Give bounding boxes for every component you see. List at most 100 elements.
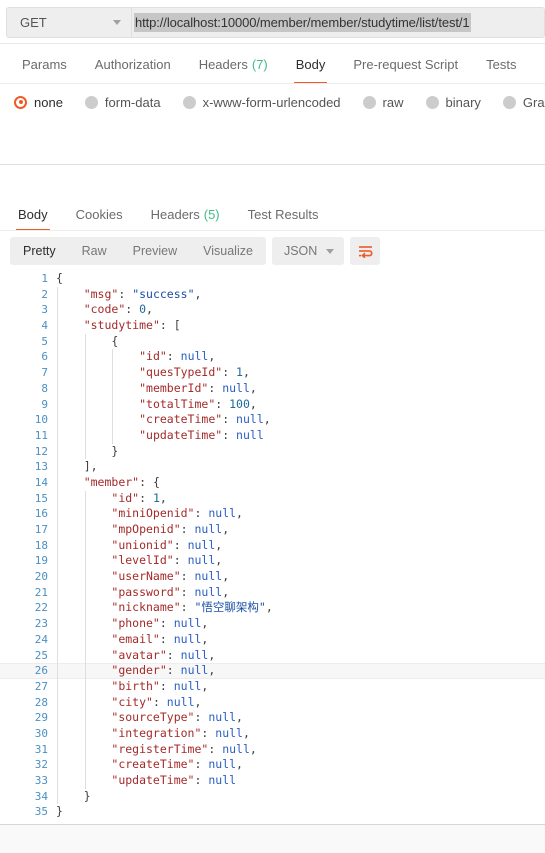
json-token-nu: null [173, 616, 202, 631]
json-token-p: } [111, 443, 119, 458]
code-line[interactable]: 9 "totalTime": 100, [0, 396, 545, 413]
response-tab-body[interactable]: Body [4, 197, 62, 231]
code-line[interactable]: 22 "nickname": "悟空聊架构", [0, 600, 545, 617]
code-line[interactable]: 13 ], [0, 459, 545, 475]
body-type-label: GraphQ [522, 94, 545, 110]
request-tab-headers[interactable]: Headers (7) [185, 44, 282, 84]
code-line[interactable]: 28 "city": null, [0, 694, 545, 711]
code-line[interactable]: 18 "unionid": null, [0, 537, 545, 554]
view-mode-raw[interactable]: Raw [69, 237, 120, 265]
tab-label: Cookies [75, 206, 123, 222]
json-token-n: 0 [139, 302, 147, 317]
code-line[interactable]: 24 "email": null, [0, 631, 545, 648]
code-line[interactable]: 34 } [0, 788, 545, 805]
code-line[interactable]: 8 "memberId": null, [0, 380, 545, 397]
body-type-raw[interactable]: raw [362, 95, 404, 110]
json-token-nu: null [187, 553, 216, 568]
json-token-k: "integration" [111, 725, 202, 740]
code-line[interactable]: 32 "createTime": null, [0, 757, 545, 774]
code-line[interactable]: 10 "createTime": null, [0, 412, 545, 428]
code-line[interactable]: 26 "gender": null, [0, 663, 545, 679]
code-line[interactable]: 16 "miniOpenid": null, [0, 506, 545, 523]
body-type-none[interactable]: none [14, 95, 63, 110]
code-line[interactable]: 7 "quesTypeId": 1, [0, 365, 545, 381]
json-token-p: : [159, 616, 174, 631]
response-format-select[interactable]: JSON [271, 237, 345, 265]
code-line[interactable]: 21 "password": null, [0, 584, 545, 601]
json-token-nu: null [222, 380, 250, 395]
http-method-select[interactable]: GET [6, 6, 131, 38]
code-line[interactable]: 15 "id": 1, [0, 490, 545, 507]
request-tab-s[interactable]: S [530, 44, 545, 84]
json-token-p: , [159, 490, 167, 505]
request-tab-tests[interactable]: Tests [472, 44, 530, 84]
code-line[interactable]: 20 "userName": null, [0, 569, 545, 585]
code-line[interactable]: 11 "updateTime": null [0, 427, 545, 444]
code-line[interactable]: 2 "msg": "success", [0, 286, 545, 303]
request-tab-body[interactable]: Body [282, 44, 340, 84]
json-token-p: : [222, 365, 237, 380]
code-line[interactable]: 35} [0, 804, 545, 820]
code-line-content: { [56, 333, 545, 350]
json-token-p: : [201, 725, 216, 740]
indent-guide [112, 349, 114, 366]
response-tab-test-results[interactable]: Test Results [234, 197, 333, 231]
json-token-k: "miniOpenid" [111, 506, 195, 521]
json-token-nu: null [236, 427, 264, 442]
json-token-p: : [194, 506, 209, 521]
request-url-input[interactable]: http://localhost:10000/member/member/stu… [131, 6, 545, 38]
json-token-p: : [222, 427, 237, 442]
json-token-p: { [56, 271, 63, 285]
indent-guide [57, 459, 58, 475]
request-tab-authorization[interactable]: Authorization [81, 44, 185, 84]
code-line[interactable]: 25 "avatar": null, [0, 647, 545, 664]
code-line[interactable]: 4 "studytime": [ [0, 318, 545, 334]
response-tab-headers[interactable]: Headers (5) [137, 197, 234, 231]
body-type-graphq[interactable]: GraphQ [502, 94, 545, 110]
code-line[interactable]: 6 "id": null, [0, 349, 545, 366]
code-line[interactable]: 33 "updateTime": null [0, 773, 545, 789]
line-number: 7 [41, 366, 48, 380]
word-wrap-button[interactable] [350, 237, 381, 265]
body-type-binary[interactable]: binary [425, 95, 481, 110]
line-number: 27 [34, 679, 48, 693]
code-line-content: "id": null, [56, 349, 545, 366]
response-body-viewer[interactable]: 1{2 "msg": "success", 3 "code": 0, 4 "stud… [0, 271, 545, 824]
code-line[interactable]: 17 "mpOpenid": null, [0, 522, 545, 538]
code-line[interactable]: 30 "integration": null, [0, 725, 545, 742]
view-mode-preview[interactable]: Preview [120, 237, 190, 265]
body-type-form-data[interactable]: form-data [84, 95, 161, 110]
code-line-content: "userName": null, [56, 569, 545, 585]
code-line[interactable]: 12 } [0, 443, 545, 460]
tab-label: Test Results [247, 206, 319, 222]
code-line[interactable]: 5 { [0, 333, 545, 350]
line-number: 15 [34, 491, 48, 505]
code-line[interactable]: 31 "registerTime": null, [0, 741, 545, 758]
request-tab-pre-request-script[interactable]: Pre-request Script [339, 44, 472, 84]
request-tab-params[interactable]: Params [8, 44, 81, 84]
code-line-content: "quesTypeId": 1, [56, 365, 545, 381]
json-token-k: "msg" [83, 286, 119, 301]
line-number: 12 [34, 444, 48, 458]
code-line[interactable]: 14 "member": { [0, 474, 545, 491]
code-line[interactable]: 19 "levelId": null, [0, 553, 545, 570]
code-line[interactable]: 27 "birth": null, [0, 678, 545, 695]
indent-guide [57, 365, 58, 381]
code-line-content: "nickname": "悟空聊架构", [56, 600, 545, 617]
code-line[interactable]: 1{ [0, 271, 545, 287]
json-token-p: , [242, 365, 250, 380]
code-line[interactable]: 29 "sourceType": null, [0, 710, 545, 726]
code-line-content: "msg": "success", [56, 286, 545, 303]
json-token-p: : [180, 600, 195, 615]
code-line-content: "phone": null, [56, 616, 545, 632]
code-line-content: "password": null, [56, 584, 545, 601]
response-tab-cookies[interactable]: Cookies [62, 197, 137, 231]
view-mode-visualize[interactable]: Visualize [190, 237, 266, 265]
code-line[interactable]: 3 "code": 0, [0, 302, 545, 319]
line-number: 30 [34, 726, 48, 740]
view-mode-pretty[interactable]: Pretty [10, 237, 69, 265]
code-line[interactable]: 23 "phone": null, [0, 616, 545, 632]
json-token-p: : [208, 741, 223, 756]
json-token-p: , [249, 380, 257, 395]
body-type-x-www-form-urlencoded[interactable]: x-www-form-urlencoded [182, 95, 341, 110]
